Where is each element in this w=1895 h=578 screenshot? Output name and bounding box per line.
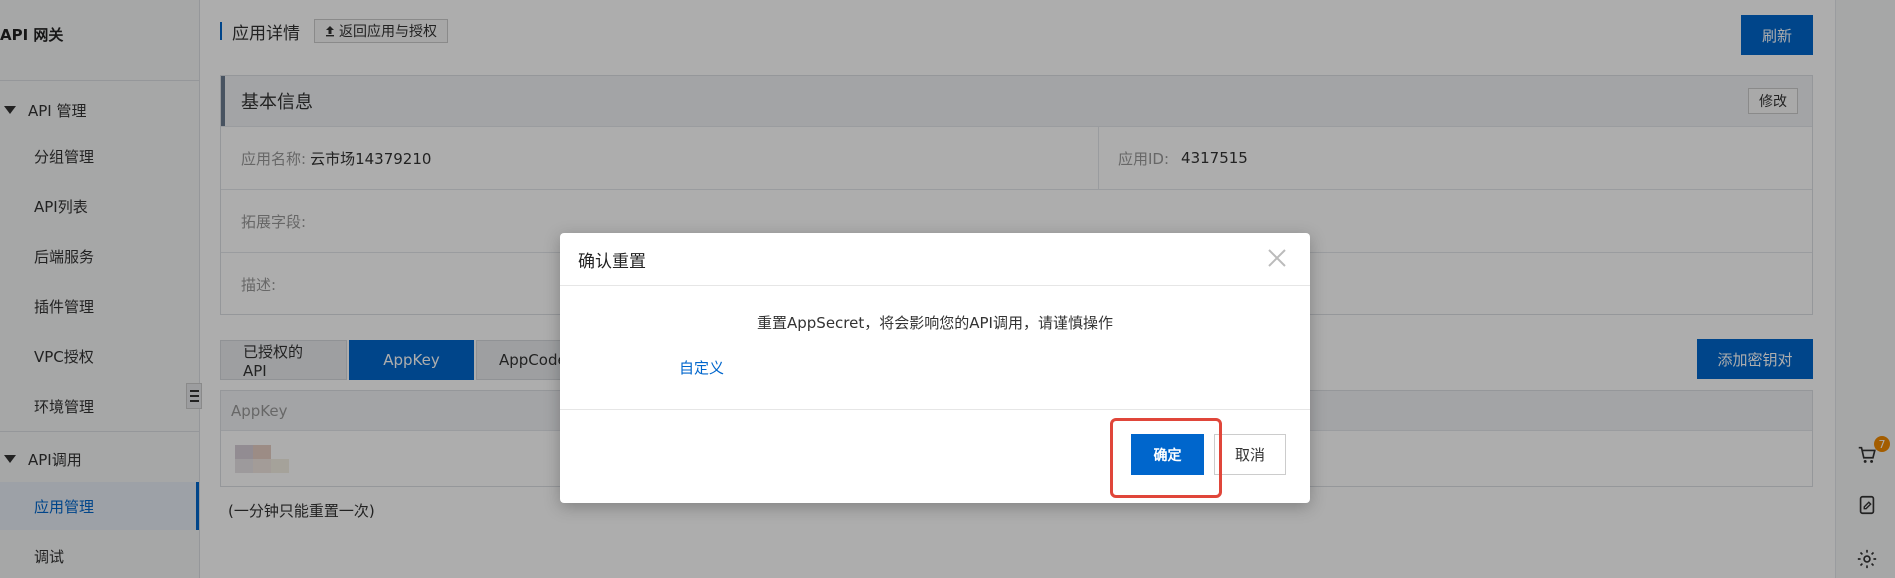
dialog-header: 确认重置 bbox=[560, 233, 1310, 286]
close-icon[interactable] bbox=[1266, 247, 1288, 269]
dialog-body: 重置AppSecret，将会影响您的API调用，请谨慎操作 自定义 bbox=[560, 286, 1310, 410]
cancel-button[interactable]: 取消 bbox=[1214, 434, 1286, 475]
dialog-title: 确认重置 bbox=[578, 251, 646, 272]
dialog-message: 重置AppSecret，将会影响您的API调用，请谨慎操作 bbox=[757, 314, 1113, 332]
custom-link[interactable]: 自定义 bbox=[679, 357, 724, 378]
confirm-reset-dialog: 确认重置 重置AppSecret，将会影响您的API调用，请谨慎操作 自定义 确… bbox=[560, 233, 1310, 503]
confirm-button[interactable]: 确定 bbox=[1131, 434, 1204, 475]
